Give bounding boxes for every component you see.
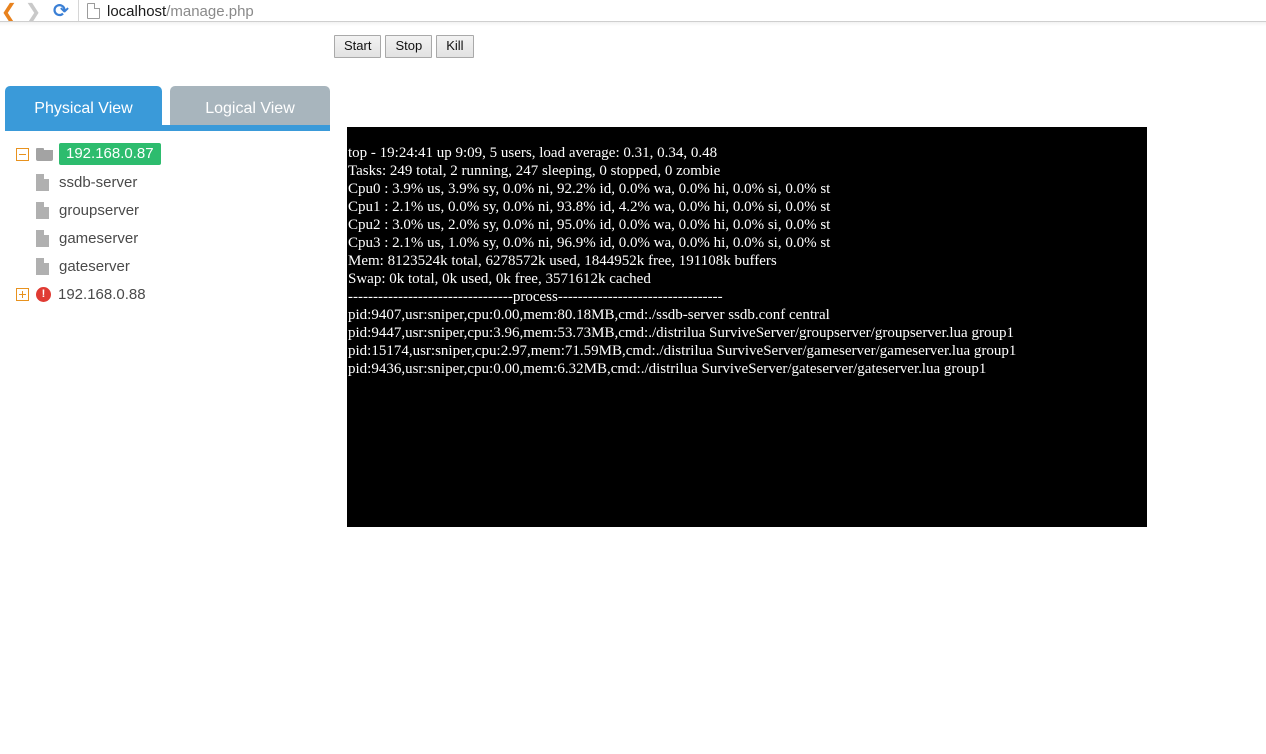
file-icon [36, 173, 49, 191]
tree-item-gameserver[interactable]: gameserver [0, 224, 335, 252]
terminal-line: Cpu2 : 3.0% us, 2.0% sy, 0.0% ni, 95.0% … [348, 217, 831, 233]
tree-node-192-168-0-87[interactable]: 192.168.0.87 [0, 140, 335, 168]
url-path: /manage.php [166, 2, 254, 20]
stop-button[interactable]: Stop [385, 35, 433, 58]
tree-item-label: ssdb-server [59, 173, 138, 191]
error-circle-icon: ! [36, 286, 51, 302]
terminal-line: top - 19:24:41 up 9:09, 5 users, load av… [348, 145, 718, 161]
collapse-toggle-icon[interactable] [16, 147, 29, 161]
terminal-output-panel: top - 19:24:41 up 9:09, 5 users, load av… [347, 127, 1147, 527]
forward-arrow-icon[interactable]: ❯ [20, 1, 46, 21]
back-arrow-icon[interactable]: ❮ [0, 1, 20, 21]
tree-item-groupserver[interactable]: groupserver [0, 196, 335, 224]
chrome-shadow [0, 22, 1266, 26]
terminal-line: Swap: 0k total, 0k used, 0k free, 357161… [348, 271, 651, 287]
browser-chrome: ❮ ❯ ⟳ localhost/manage.php [0, 0, 1266, 22]
tree-item-label: gateserver [59, 257, 130, 275]
file-icon [36, 257, 49, 275]
kill-button[interactable]: Kill [436, 35, 474, 58]
file-icon [36, 229, 49, 247]
terminal-process-line: pid:9436,usr:sniper,cpu:0.00,mem:6.32MB,… [348, 361, 987, 377]
open-folder-icon [36, 147, 53, 161]
terminal-process-line: pid:9447,usr:sniper,cpu:3.96,mem:53.73MB… [348, 325, 1014, 341]
tab-physical-view-label: Physical View [34, 99, 133, 117]
url-host: localhost [107, 2, 167, 20]
tree-node-192-168-0-88[interactable]: ! 192.168.0.88 [0, 280, 335, 308]
terminal-line: Tasks: 249 total, 2 running, 247 sleepin… [348, 163, 721, 179]
tree-node-label: 192.168.0.88 [58, 285, 146, 303]
tab-logical-view-label: Logical View [205, 99, 295, 117]
tree-item-gateserver[interactable]: gateserver [0, 252, 335, 280]
tree-node-label: 192.168.0.87 [59, 143, 161, 165]
terminal-line: Mem: 8123524k total, 6278572k used, 1844… [348, 253, 777, 269]
terminal-line: Cpu0 : 3.9% us, 3.9% sy, 0.0% ni, 92.2% … [348, 181, 831, 197]
terminal-process-line: pid:9407,usr:sniper,cpu:0.00,mem:80.18MB… [348, 307, 830, 323]
address-bar[interactable]: localhost/manage.php [78, 0, 1266, 22]
navigation-controls: ❮ ❯ ⟳ [0, 0, 76, 22]
terminal-separator: ---------------------------------process… [348, 289, 723, 305]
terminal-process-line: pid:15174,usr:sniper,cpu:2.97,mem:71.59M… [348, 343, 1017, 359]
expand-toggle-icon[interactable] [16, 287, 29, 301]
server-tree: 192.168.0.87 ssdb-server groupserver gam… [0, 140, 335, 308]
tab-underline [5, 125, 330, 131]
url-text: localhost/manage.php [107, 3, 254, 20]
action-button-group: Start Stop Kill [334, 35, 474, 58]
terminal-line: Cpu1 : 2.1% us, 0.0% sy, 0.0% ni, 93.8% … [348, 199, 831, 215]
tree-item-label: groupserver [59, 201, 140, 219]
tree-item-ssdb-server[interactable]: ssdb-server [0, 168, 335, 196]
reload-icon[interactable]: ⟳ [46, 0, 76, 22]
start-button[interactable]: Start [334, 35, 382, 58]
page-document-icon [87, 3, 100, 19]
file-icon [36, 201, 49, 219]
terminal-line: Cpu3 : 2.1% us, 1.0% sy, 0.0% ni, 96.9% … [348, 235, 831, 251]
tree-item-label: gameserver [59, 229, 139, 247]
